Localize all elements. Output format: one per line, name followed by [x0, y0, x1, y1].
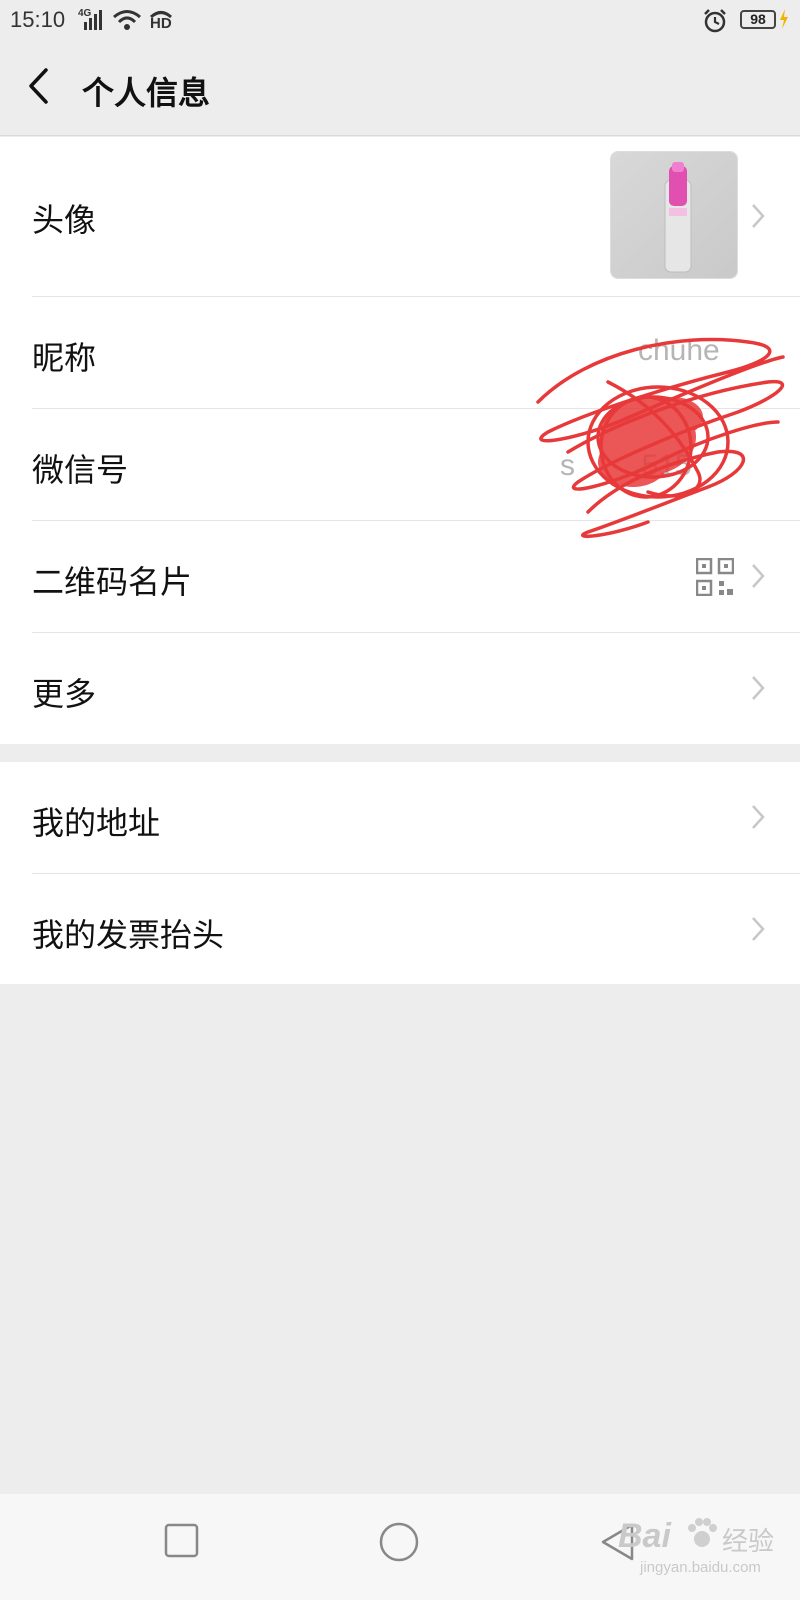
chevron-right-icon — [752, 805, 765, 829]
row-qr-code[interactable]: 二维码名片 — [0, 521, 800, 632]
row-avatar-label: 头像 — [32, 201, 97, 239]
row-wechat-id[interactable]: 微信号 s 515 — [0, 409, 800, 520]
row-more[interactable]: 更多 — [0, 633, 800, 744]
page-title: 个人信息 — [82, 74, 211, 112]
row-nickname-label: 昵称 — [32, 339, 97, 377]
avatar-image — [611, 152, 737, 278]
back-button[interactable] — [22, 62, 66, 110]
status-right: 98 — [702, 8, 790, 34]
recent-apps-button[interactable] — [164, 1523, 200, 1559]
wechat-id-value: s 515 — [560, 449, 692, 482]
hd-call-icon: HD — [148, 8, 174, 32]
row-nickname[interactable]: 昵称 chuhe — [0, 297, 800, 408]
row-wechat-id-label: 微信号 — [32, 451, 129, 489]
row-more-label: 更多 — [32, 675, 97, 713]
nav-bar: 个人信息 — [0, 40, 800, 136]
hd-label: HD — [150, 15, 172, 32]
row-address-label: 我的地址 — [32, 804, 161, 842]
system-nav-bar — [0, 1494, 800, 1600]
square-icon — [164, 1523, 199, 1558]
status-bar: 15:10 4G HD 98 — [0, 0, 800, 40]
row-address[interactable]: 我的地址 — [0, 762, 800, 873]
chevron-right-icon — [752, 676, 765, 700]
triangle-back-icon — [601, 1523, 634, 1561]
status-time: 15:10 — [10, 7, 66, 32]
row-invoice-label: 我的发票抬头 — [32, 916, 225, 954]
wifi-icon — [113, 10, 141, 30]
row-invoice[interactable]: 我的发票抬头 — [0, 874, 800, 984]
row-avatar[interactable]: 头像 — [0, 137, 800, 296]
alarm-icon — [704, 9, 726, 33]
address-group: 我的地址 我的发票抬头 — [0, 762, 800, 984]
circle-icon — [379, 1522, 419, 1562]
avatar[interactable] — [610, 151, 738, 279]
qr-code-icon — [696, 558, 734, 596]
signal-icon — [84, 10, 102, 30]
chevron-right-icon — [752, 564, 765, 588]
home-button[interactable] — [378, 1521, 420, 1563]
charging-icon — [780, 9, 788, 29]
chevron-right-icon — [752, 204, 765, 228]
back-nav-button[interactable] — [598, 1522, 638, 1562]
chevron-left-icon — [29, 68, 48, 104]
chevron-right-icon — [752, 917, 765, 941]
nickname-value: chuhe — [638, 334, 720, 367]
profile-group: 头像 昵称 chuhe 微信号 s 515 二维码名片 更多 — [0, 137, 800, 744]
row-qr-code-label: 二维码名片 — [32, 563, 193, 601]
battery-level: 98 — [740, 10, 776, 29]
